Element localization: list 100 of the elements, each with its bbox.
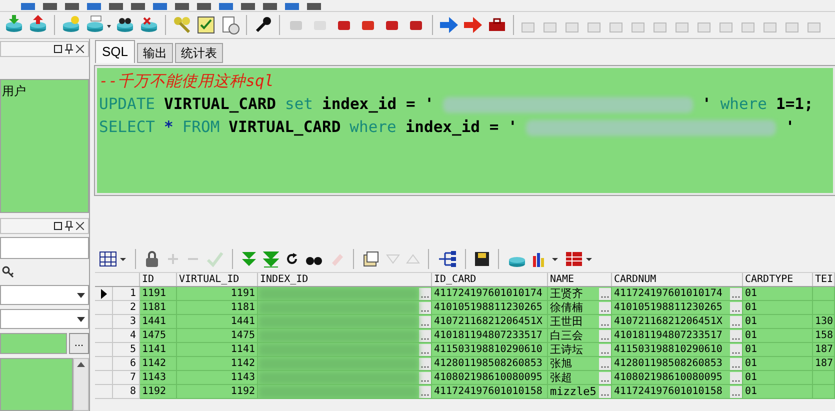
code-token: set (284, 94, 313, 115)
column-header[interactable]: CARDTYPE (743, 273, 813, 286)
ellipsis-button[interactable] (730, 386, 742, 398)
ellipsis-button[interactable] (419, 302, 431, 314)
arrow-right-icon[interactable] (463, 15, 483, 35)
scroll-up-icon[interactable] (77, 362, 85, 367)
arrow-right-icon[interactable] (439, 15, 459, 35)
document-clock-icon[interactable] (220, 15, 240, 35)
save-icon[interactable] (474, 250, 490, 266)
row-header-cell[interactable] (95, 301, 113, 315)
column-header[interactable]: TEI (813, 273, 835, 286)
double-down-arrow-icon[interactable] (241, 250, 257, 268)
tree-icon[interactable] (437, 250, 457, 268)
sql-editor[interactable]: --千万不能使用这种sql UPDATE VIRTUAL_CARD set index_id = ' ' where 1=1; SELECT * FROM VIRTUAL_CARD where index_id = ' ' (95, 66, 835, 195)
column-header[interactable]: INDEX_ID (258, 273, 432, 286)
object-list-item[interactable]: 用户 (2, 82, 87, 100)
column-header[interactable]: ID_CARD (432, 273, 548, 286)
refresh-icon[interactable] (285, 252, 299, 266)
column-header[interactable]: ID (140, 273, 177, 286)
dropdown-field[interactable] (0, 285, 89, 305)
database-sql-icon[interactable] (85, 15, 111, 35)
dropdown-field[interactable] (0, 309, 89, 329)
ellipsis-button[interactable] (419, 386, 431, 398)
grid-caret-icon[interactable] (99, 250, 127, 268)
column-header[interactable]: CARDNUM (612, 273, 743, 286)
ellipsis-button[interactable] (730, 344, 742, 356)
table-cell-text: 01 (744, 329, 758, 342)
row-header-cell[interactable] (95, 329, 113, 343)
toolbar-icon[interactable] (240, 3, 256, 11)
database-cancel-icon[interactable] (139, 15, 159, 35)
check-icon[interactable] (206, 250, 224, 268)
filter-field[interactable] (0, 237, 89, 259)
row-header-cell[interactable] (95, 287, 113, 301)
caret-icon[interactable] (77, 292, 85, 298)
toolbar-icon[interactable] (306, 3, 322, 11)
ellipsis-button[interactable] (730, 316, 742, 328)
column-header[interactable]: VIRTUAL_ID (177, 273, 258, 286)
toolbar-icon[interactable] (130, 3, 146, 11)
ellipsis-button[interactable] (599, 344, 611, 356)
toolbar-icon[interactable] (108, 3, 124, 11)
column-header[interactable]: NAME (548, 273, 612, 286)
ellipsis-button[interactable] (419, 330, 431, 342)
toolbar-icon[interactable] (174, 3, 190, 11)
double-down-arrow-icon[interactable] (263, 250, 279, 268)
table-caret-icon[interactable] (565, 250, 593, 268)
ellipsis-button[interactable] (599, 288, 611, 300)
close-icon[interactable] (76, 45, 84, 53)
pin-icon[interactable] (65, 44, 73, 54)
ellipsis-button[interactable] (419, 344, 431, 356)
database-import-icon[interactable] (4, 15, 24, 35)
lock-icon[interactable] (144, 250, 160, 268)
toolbar-icon[interactable] (196, 3, 212, 11)
close-icon[interactable] (76, 222, 84, 230)
toolbar-icon[interactable] (218, 3, 234, 11)
editor-tab[interactable]: 统计表 (175, 43, 224, 63)
scrollbar[interactable] (73, 358, 89, 411)
ellipsis-button[interactable] (599, 302, 611, 314)
toolbar-icon[interactable] (284, 3, 300, 11)
ellipsis-button[interactable] (419, 358, 431, 370)
restore-icon[interactable] (54, 45, 62, 53)
pin-icon[interactable] (65, 221, 73, 231)
toolbar-icon[interactable] (64, 3, 80, 11)
ellipsis-button[interactable] (599, 316, 611, 328)
row-header-cell[interactable] (95, 315, 113, 329)
ellipsis-button[interactable] (599, 372, 611, 384)
toolbar-icon[interactable] (42, 3, 58, 11)
checklist-icon[interactable] (196, 15, 216, 35)
ellipsis-button[interactable] (599, 358, 611, 370)
stacked-pages-icon[interactable] (362, 250, 380, 268)
row-header-cell[interactable] (95, 371, 113, 385)
ellipsis-button[interactable] (419, 372, 431, 384)
ellipsis-button[interactable] (599, 386, 611, 398)
key-icon[interactable] (2, 266, 14, 278)
toolbar-icon[interactable] (152, 3, 168, 11)
table-cell-text: 01 (744, 343, 758, 356)
row-header-cell[interactable] (95, 385, 113, 399)
row-header-cell[interactable] (95, 357, 113, 371)
current-row-indicator-icon[interactable] (100, 288, 106, 298)
caret-icon[interactable] (77, 316, 85, 322)
toolbar-icon[interactable] (86, 3, 102, 11)
ellipsis-button[interactable] (730, 302, 742, 314)
editor-tab[interactable]: 输出 (137, 43, 174, 63)
toolbar-icon[interactable] (262, 3, 278, 11)
ellipsis-button[interactable] (730, 288, 742, 300)
ellipsis-button[interactable] (730, 358, 742, 370)
path-field[interactable] (0, 333, 67, 354)
ellipsis-button[interactable] (730, 330, 742, 342)
database-bulb-icon[interactable] (61, 15, 81, 35)
table-cell-text: 1192 (230, 385, 256, 398)
ellipsis-button[interactable] (730, 372, 742, 384)
keys-icon[interactable] (172, 15, 192, 35)
ellipsis-button[interactable] (419, 288, 431, 300)
row-header-cell[interactable] (95, 343, 113, 357)
browse-button[interactable]: ... (69, 333, 89, 354)
database-export-icon[interactable] (28, 15, 48, 35)
ellipsis-button[interactable] (419, 316, 431, 328)
toolbar-icon[interactable] (20, 3, 36, 11)
editor-tab[interactable]: SQL (95, 40, 136, 63)
ellipsis-button[interactable] (599, 330, 611, 342)
restore-icon[interactable] (54, 222, 62, 230)
